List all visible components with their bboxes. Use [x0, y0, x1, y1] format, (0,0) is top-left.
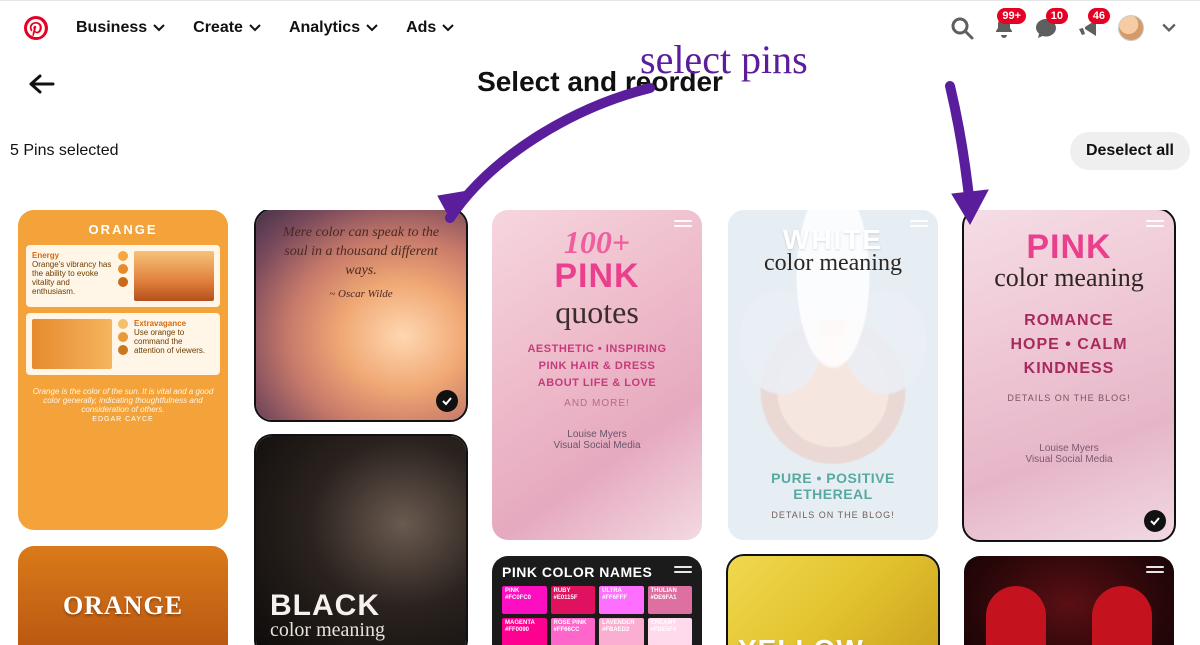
pin-text: AND MORE!	[504, 398, 690, 409]
pin-subheading: color meaning	[728, 250, 938, 277]
swatch-cell: LAVENDER#FBAED2	[599, 618, 644, 645]
pin-heading: PINK	[964, 228, 1174, 267]
pin-attr: EDGAR CAYCE	[26, 416, 220, 423]
page-subheader: Select and reorder	[0, 56, 1200, 126]
pin-text: 100+	[504, 228, 690, 257]
pin-pink-quotes[interactable]: 100+ PINK quotes AESTHETIC • INSPIRING P…	[492, 210, 702, 540]
pin-orange-infographic[interactable]: ORANGE Energy Orange's vibrancy has the …	[18, 210, 228, 530]
swatch-cell: THULIAN#DE6FA1	[648, 586, 693, 614]
nav-label: Create	[193, 19, 243, 37]
back-button[interactable]	[28, 74, 56, 94]
credit-sub: Visual Social Media	[1025, 454, 1112, 465]
pin-heading: PINK COLOR NAMES	[502, 564, 692, 580]
chevron-down-icon	[249, 22, 261, 34]
pin-white-meaning[interactable]: WHITE color meaning PURE • POSITIVE ETHE…	[728, 210, 938, 540]
swatch-cell: ROSE PINK#FF66CC	[551, 618, 596, 645]
nav-analytics[interactable]: Analytics	[289, 19, 378, 37]
pin-subheading: color meaning	[964, 263, 1174, 293]
chat-icon[interactable]: 10	[1034, 16, 1058, 40]
pin-heading: ORANGE	[63, 591, 183, 621]
pin-heading: ORANGE	[26, 218, 220, 245]
credit-name: Louise Myers	[1039, 443, 1098, 454]
pin-grid: ORANGE Energy Orange's vibrancy has the …	[0, 210, 1200, 645]
pin-red-meaning[interactable]	[964, 556, 1174, 645]
pin-detail: DETAILS ON THE BLOG!	[964, 393, 1174, 403]
top-nav: Business Create Analytics Ads 99+ 10 46	[0, 0, 1200, 56]
swatch-cell: ULTRA#FF6FFF	[599, 586, 644, 614]
avatar[interactable]	[1118, 15, 1144, 41]
swatch-cell: MAGENTA#FF0090	[502, 618, 547, 645]
pin-quote: Orange is the color of the sun. It is vi…	[26, 381, 220, 416]
notifications-badge: 99+	[997, 8, 1026, 24]
header-actions: 99+ 10 46	[950, 15, 1176, 41]
bell-icon[interactable]: 99+	[992, 16, 1016, 40]
pin-text: AESTHETIC • INSPIRING PINK HAIR & DRESS …	[504, 341, 690, 392]
drag-handle-icon[interactable]	[674, 566, 692, 573]
nav-label: Ads	[406, 19, 436, 37]
pin-pink-meaning[interactable]: PINK color meaning ROMANCE HOPE • CALM K…	[964, 210, 1174, 540]
nav-ads[interactable]: Ads	[406, 19, 454, 37]
drag-handle-icon[interactable]	[674, 220, 692, 227]
swatch-cell: RUBY#E0115F	[551, 586, 596, 614]
card-title: Extravagance	[134, 319, 214, 328]
selected-check-icon	[436, 390, 458, 412]
swatch-grid: PINK#FC0FC0 RUBY#E0115F ULTRA#FF6FFF THU…	[502, 586, 692, 645]
messages-badge: 10	[1046, 8, 1068, 24]
nav-create[interactable]: Create	[193, 19, 261, 37]
pin-heading: YELLOW	[738, 634, 864, 645]
pin-keywords: ROMANCE HOPE • CALM KINDNESS	[964, 309, 1174, 381]
drag-handle-icon[interactable]	[1146, 566, 1164, 573]
chevron-down-icon	[366, 22, 378, 34]
card-body: Orange's vibrancy has the ability to evo…	[32, 260, 112, 296]
pinterest-logo[interactable]	[24, 16, 48, 40]
nav-label: Analytics	[289, 19, 360, 37]
updates-badge: 46	[1088, 8, 1110, 24]
search-icon[interactable]	[950, 16, 974, 40]
pin-color-quote[interactable]: Mere color can speak to the soul in a th…	[256, 210, 466, 420]
swatch-cell: CREAMY#FDE5F4	[648, 618, 693, 645]
updates-icon[interactable]: 46	[1076, 16, 1100, 40]
credit-sub: Visual Social Media	[553, 440, 640, 451]
pin-keywords: PURE • POSITIVE ETHEREAL	[728, 470, 938, 502]
card-title: Energy	[32, 251, 112, 260]
chevron-down-icon	[153, 22, 165, 34]
selection-bar: 5 Pins selected Deselect all	[0, 126, 1200, 176]
quote-text: Mere color can speak to the soul in a th…	[270, 224, 452, 281]
pin-black-meaning[interactable]: BLACK color meaning	[256, 436, 466, 645]
pin-text: PINK	[504, 257, 690, 296]
selected-count: 5 Pins selected	[10, 142, 119, 160]
account-chevron-icon[interactable]	[1162, 21, 1176, 35]
nav-label: Business	[76, 19, 147, 37]
pin-text: quotes	[504, 294, 690, 331]
pin-subheading: color meaning	[270, 619, 452, 642]
pin-orange-meaning[interactable]: ORANGE	[18, 546, 228, 645]
credit-name: Louise Myers	[567, 429, 626, 440]
page-title: Select and reorder	[477, 66, 723, 98]
quote-author: ~ Oscar Wilde	[270, 287, 452, 302]
pin-heading: BLACK	[270, 589, 452, 623]
deselect-all-button[interactable]: Deselect all	[1070, 132, 1190, 170]
swatch-cell: PINK#FC0FC0	[502, 586, 547, 614]
drag-handle-icon[interactable]	[1146, 220, 1164, 227]
pin-detail: DETAILS ON THE BLOG!	[728, 510, 938, 520]
nav-business[interactable]: Business	[76, 19, 165, 37]
selected-check-icon	[1144, 510, 1166, 532]
chevron-down-icon	[442, 22, 454, 34]
pin-pink-swatches[interactable]: PINK COLOR NAMES PINK#FC0FC0 RUBY#E0115F…	[492, 556, 702, 645]
pin-yellow-meaning[interactable]: YELLOW	[728, 556, 938, 645]
card-body: Use orange to command the attention of v…	[134, 328, 214, 355]
